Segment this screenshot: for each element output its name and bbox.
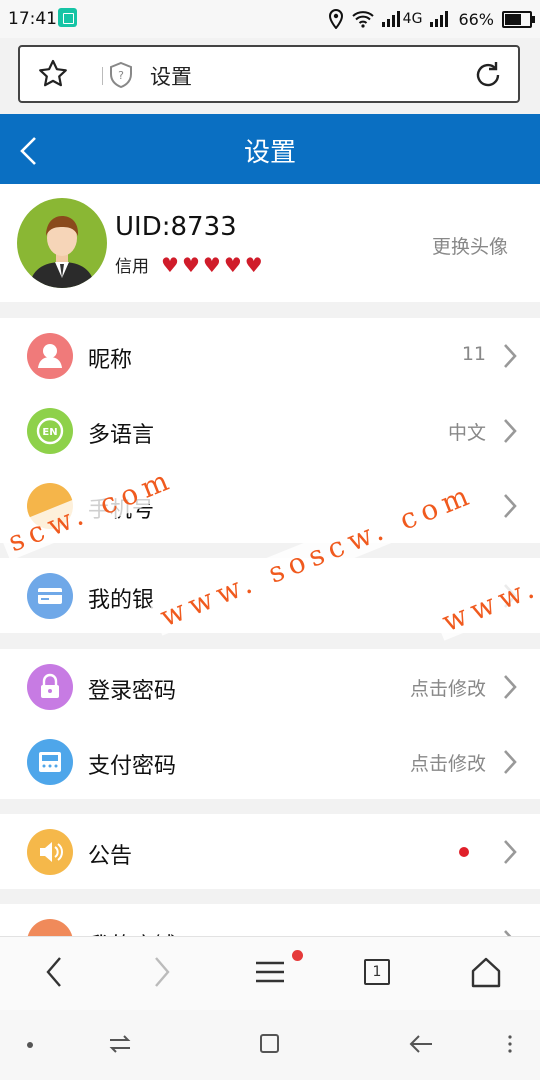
recent-apps-icon[interactable] <box>260 1034 279 1053</box>
bank-card-label: 我的银 <box>88 588 155 613</box>
user-icon <box>27 333 73 379</box>
user-id: UID:8733 <box>115 212 237 242</box>
settings-group-notice: 公告 <box>0 814 540 889</box>
home-icon[interactable] <box>470 955 502 989</box>
reload-icon[interactable] <box>472 59 504 91</box>
speaker-icon <box>27 829 73 875</box>
status-time: 17:41 <box>8 9 57 29</box>
network-type: 4G <box>402 11 423 27</box>
heart-icon: ♥ <box>161 252 179 277</box>
unread-dot <box>459 847 469 857</box>
svg-text:?: ? <box>118 69 124 82</box>
settings-group-store: 我的店铺 <box>0 904 540 936</box>
page-header: 设置 <box>0 114 540 184</box>
announcement-row[interactable]: 公告 <box>0 814 540 889</box>
card-icon <box>27 573 73 619</box>
signal-icon <box>381 11 400 27</box>
chevron-right-icon <box>504 344 517 368</box>
profile-card: UID:8733 信用 ♥ ♥ ♥ ♥ ♥ 更换头像 <box>0 184 540 302</box>
status-bar: 17:41 4G 66% <box>0 0 540 38</box>
login-password-row[interactable]: 登录密码 点击修改 <box>0 649 540 724</box>
star-icon[interactable] <box>38 59 68 89</box>
url-text[interactable]: 设置 <box>150 61 192 91</box>
signal-icon <box>430 11 449 27</box>
login-password-action: 点击修改 <box>409 678 486 700</box>
language-en-icon: EN <box>27 408 73 454</box>
tabs-count: 1 <box>372 964 382 980</box>
back-arrow-icon[interactable] <box>408 1032 434 1056</box>
battery-percent: 66% <box>458 9 494 29</box>
chevron-right-icon <box>504 750 517 774</box>
keypad-icon <box>27 739 73 785</box>
my-store-row[interactable]: 我的店铺 <box>0 904 540 936</box>
status-right-group: 4G 66% <box>328 7 535 31</box>
credit-label: 信用 <box>115 257 149 277</box>
shield-question-icon[interactable]: ? <box>108 61 134 89</box>
avatar[interactable] <box>17 198 107 288</box>
nickname-value: 11 <box>461 343 486 365</box>
system-nav-bar <box>0 1010 540 1080</box>
dot-icon <box>27 1042 33 1048</box>
chevron-right-icon <box>504 675 517 699</box>
tabs-icon[interactable]: 1 <box>364 959 390 985</box>
chevron-right-icon <box>504 494 517 518</box>
nickname-label: 昵称 <box>88 348 133 373</box>
wifi-icon <box>352 11 374 28</box>
heart-icon: ♥ <box>244 252 263 277</box>
back-icon[interactable] <box>44 955 64 989</box>
my-store-label: 我的店铺 <box>88 928 176 936</box>
announcement-label: 公告 <box>88 844 133 869</box>
browser-bottom-bar: 1 <box>0 936 540 1011</box>
lock-icon <box>27 664 73 710</box>
credit-hearts: ♥ ♥ ♥ ♥ ♥ <box>161 255 263 275</box>
nickname-row[interactable]: 昵称 11 <box>0 318 540 393</box>
more-icon[interactable] <box>506 1032 514 1056</box>
chevron-right-icon <box>504 419 517 443</box>
notification-badge <box>292 950 303 961</box>
pay-password-action: 点击修改 <box>409 753 486 775</box>
heart-icon: ♥ <box>181 252 200 277</box>
forward-icon[interactable] <box>152 955 172 989</box>
avatar-person-icon <box>29 216 95 288</box>
location-icon <box>328 9 343 29</box>
pay-password-label: 支付密码 <box>88 754 177 779</box>
pay-password-row[interactable]: 支付密码 点击修改 <box>0 724 540 799</box>
change-avatar-button[interactable]: 更换头像 <box>432 232 508 259</box>
login-password-label: 登录密码 <box>88 679 177 704</box>
scan-icon <box>58 8 77 27</box>
svg-text:EN: EN <box>42 427 57 438</box>
menu-icon[interactable] <box>254 955 286 989</box>
switch-icon[interactable] <box>108 1032 132 1056</box>
browser-url-bar[interactable]: ? 设置 <box>18 45 520 103</box>
chevron-right-icon <box>504 840 517 864</box>
store-icon <box>27 919 73 936</box>
heart-icon: ♥ <box>202 252 221 277</box>
credit-rating: 信用 ♥ ♥ ♥ ♥ ♥ <box>115 252 263 278</box>
settings-group-security: 登录密码 点击修改 支付密码 点击修改 <box>0 649 540 799</box>
page-title: 设置 <box>243 138 296 168</box>
battery-icon <box>502 10 535 28</box>
language-row[interactable]: EN 多语言 中文 <box>0 393 540 468</box>
url-separator <box>102 67 103 85</box>
heart-icon: ♥ <box>223 252 242 277</box>
language-value: 中文 <box>447 422 486 444</box>
chevron-right-icon <box>504 930 512 936</box>
language-label: 多语言 <box>88 423 155 448</box>
